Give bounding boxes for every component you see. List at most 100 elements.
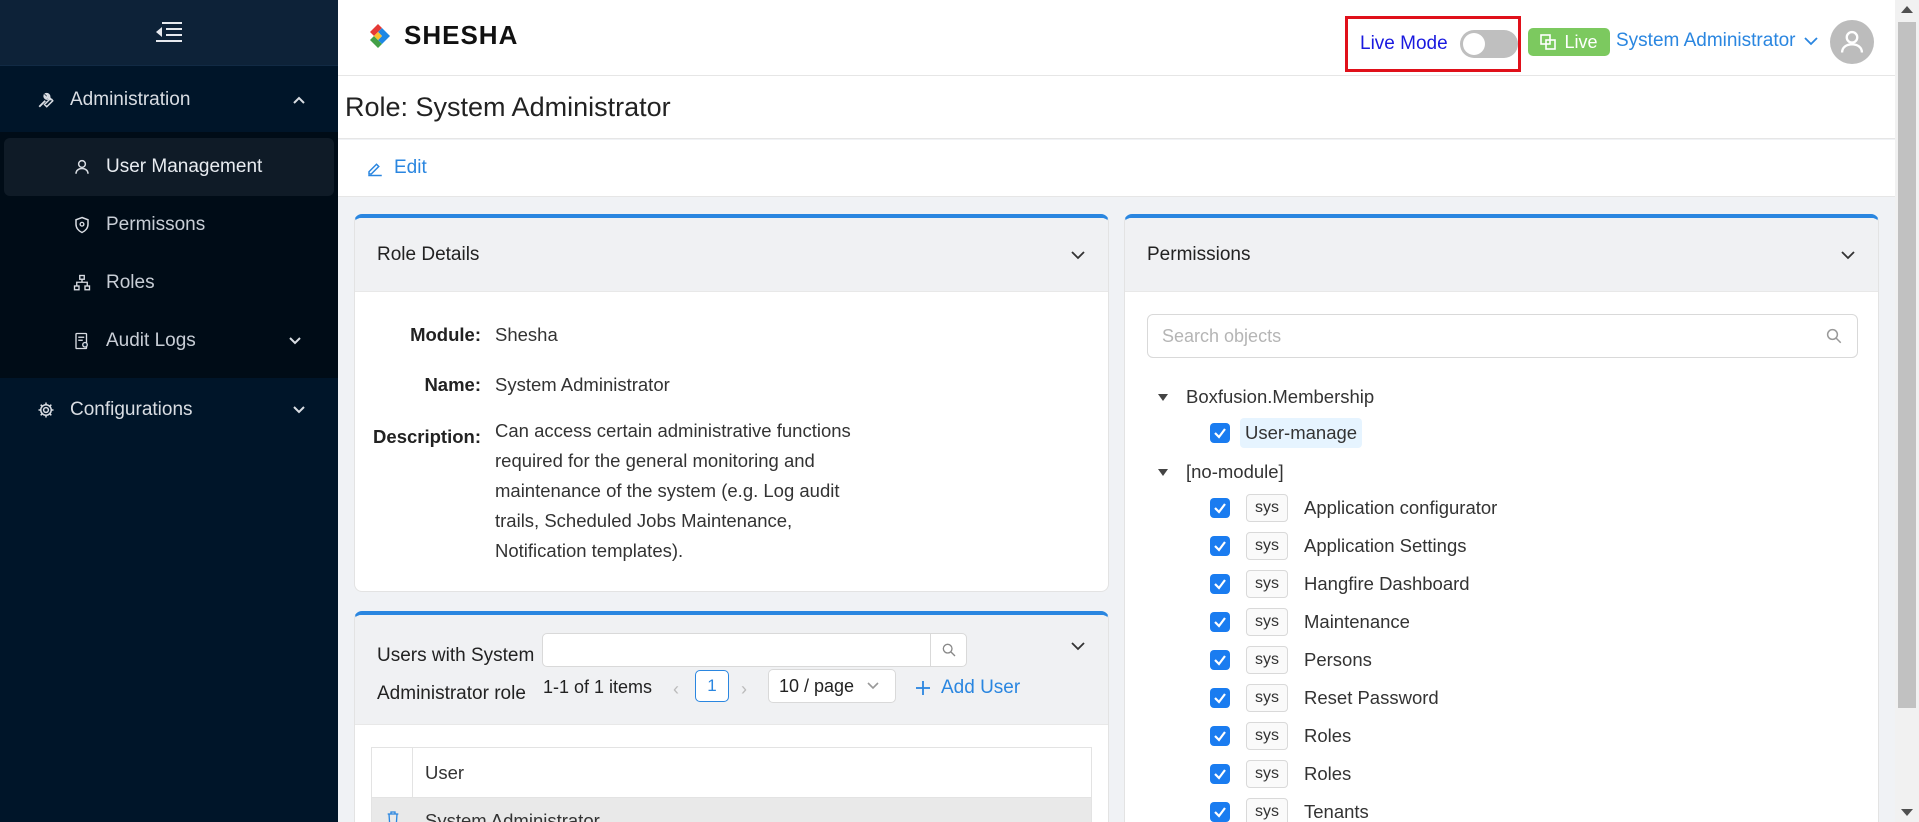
permission-item[interactable]: sys Reset Password — [1210, 684, 1439, 712]
search-icon[interactable] — [1825, 327, 1843, 345]
sys-tag: sys — [1246, 570, 1288, 598]
permission-name[interactable]: Hangfire Dashboard — [1304, 573, 1470, 595]
checkbox-checked[interactable] — [1210, 764, 1230, 784]
menu-group-configurations[interactable]: Configurations — [0, 378, 338, 442]
permission-item[interactable]: sys Roles — [1210, 722, 1351, 750]
shesha-logo[interactable]: SHESHA — [368, 20, 518, 51]
module-field: Module: Shesha — [410, 324, 558, 345]
checkbox-checked[interactable] — [1210, 802, 1230, 822]
delete-icon[interactable] — [385, 810, 401, 822]
page-toolbar: Edit — [338, 140, 1895, 197]
permission-item[interactable]: User-manage — [1210, 418, 1363, 448]
permission-name[interactable]: Roles — [1304, 725, 1351, 747]
search-button[interactable] — [930, 634, 966, 666]
description-line: maintenance of the system (e.g. Log audi… — [495, 480, 840, 501]
column-header-user[interactable]: User — [413, 748, 464, 797]
menu-group-administration[interactable]: Administration — [0, 68, 338, 132]
toggle-knob — [1462, 33, 1485, 55]
checkbox-checked[interactable] — [1210, 498, 1230, 518]
page-scrollbar[interactable] — [1895, 0, 1919, 822]
role-details-header[interactable]: Role Details — [355, 218, 1108, 292]
collapse-menu-icon[interactable] — [156, 21, 182, 44]
permissions-header[interactable]: Permissions — [1125, 218, 1878, 292]
checkbox-checked[interactable] — [1210, 423, 1230, 443]
panel-title: Permissions — [1147, 243, 1251, 265]
table-row[interactable]: System Administrator — [372, 798, 1091, 822]
permission-name[interactable]: Tenants — [1304, 801, 1369, 822]
field-label: Description — [373, 426, 475, 447]
user-name: System Administrator — [1616, 30, 1796, 51]
collapse-chevron-icon[interactable] — [1070, 250, 1086, 260]
description-line: Notification templates). — [495, 540, 684, 561]
permission-name[interactable]: Maintenance — [1304, 611, 1410, 633]
checkbox-checked[interactable] — [1210, 536, 1230, 556]
page-size-select[interactable]: 10 / page — [768, 669, 896, 703]
wrench-icon — [36, 90, 56, 110]
table-header: User — [372, 748, 1091, 798]
collapse-chevron-icon[interactable] — [1070, 641, 1086, 651]
live-mode-toggle[interactable] — [1459, 30, 1518, 58]
page-number-button[interactable]: 1 — [695, 670, 729, 702]
search-icon — [942, 643, 955, 657]
live-mode-label: Live Mode — [1360, 33, 1448, 54]
search-objects-input[interactable] — [1162, 325, 1825, 347]
brand-name: SHESHA — [404, 20, 519, 50]
next-page-icon[interactable]: › — [741, 679, 747, 700]
permission-item[interactable]: sys Application Settings — [1210, 532, 1467, 560]
panel-title: Role Details — [377, 243, 480, 265]
sys-tag: sys — [1246, 722, 1288, 750]
caret-down-icon[interactable] — [1158, 468, 1168, 476]
user-icon — [72, 157, 92, 177]
permission-name[interactable]: Reset Password — [1304, 687, 1439, 709]
user-avatar-icon — [1840, 30, 1864, 53]
checkbox-checked[interactable] — [1210, 574, 1230, 594]
caret-down-icon[interactable] — [1158, 393, 1168, 401]
sidebar-item-roles[interactable]: Roles — [4, 254, 334, 312]
permission-name[interactable]: Application Settings — [1304, 535, 1467, 557]
tree-group-boxfusion-membership[interactable]: Boxfusion.Membership — [1158, 386, 1374, 408]
permission-item[interactable]: sys Tenants — [1210, 798, 1369, 822]
audit-log-icon — [72, 331, 92, 351]
sidebar-item-audit-logs[interactable]: Audit Logs — [4, 312, 334, 370]
scroll-down-arrow[interactable] — [1901, 809, 1913, 816]
permission-item[interactable]: sys Maintenance — [1210, 608, 1410, 636]
tree-group-label: Boxfusion.Membership — [1186, 386, 1375, 407]
sidebar-item-label: Audit Logs — [106, 330, 196, 351]
copy-icon — [1540, 34, 1557, 50]
checkbox-checked[interactable] — [1210, 612, 1230, 632]
sidebar-item-user-management[interactable]: User Management — [4, 138, 334, 196]
checkbox-checked[interactable] — [1210, 650, 1230, 670]
user-menu[interactable]: System Administrator — [1616, 30, 1818, 52]
edit-button[interactable]: Edit — [366, 157, 427, 179]
user-cell[interactable]: System Administrator — [413, 798, 600, 822]
scroll-thumb[interactable] — [1898, 22, 1916, 708]
tree-group-no-module[interactable]: [no-module] — [1158, 461, 1284, 483]
edit-icon — [368, 163, 382, 177]
checkbox-checked[interactable] — [1210, 726, 1230, 746]
add-user-button[interactable]: Add User — [915, 677, 1020, 699]
permission-item[interactable]: sys Application configurator — [1210, 494, 1497, 522]
collapse-chevron-icon[interactable] — [1840, 250, 1856, 260]
permission-item[interactable]: sys Roles — [1210, 760, 1351, 788]
avatar[interactable] — [1830, 20, 1874, 64]
role-details-panel: Role Details Module: Shesha Name: System… — [354, 214, 1109, 592]
page-title: Role: System Administrator — [345, 91, 671, 122]
permission-name[interactable]: Application configurator — [1304, 497, 1497, 519]
permission-item[interactable]: sys Persons — [1210, 646, 1372, 674]
shesha-logo-mark — [370, 23, 390, 48]
prev-page-icon[interactable]: ‹ — [673, 679, 679, 700]
permission-name[interactable]: User-manage — [1240, 418, 1363, 448]
sidebar-item-permissions[interactable]: Permissons — [4, 196, 334, 254]
permission-name[interactable]: Persons — [1304, 649, 1372, 671]
edit-label: Edit — [394, 157, 427, 178]
users-search-input[interactable] — [542, 633, 967, 667]
sidebar-item-label: Permissons — [106, 214, 206, 235]
live-badge-button[interactable]: Live — [1528, 28, 1610, 56]
scroll-up-arrow[interactable] — [1901, 6, 1913, 13]
permission-name[interactable]: Roles — [1304, 763, 1351, 785]
checkbox-checked[interactable] — [1210, 688, 1230, 708]
permission-item[interactable]: sys Hangfire Dashboard — [1210, 570, 1470, 598]
sys-tag: sys — [1246, 684, 1288, 712]
field-label: Module — [410, 324, 475, 345]
sidebar: Administration User Management Permisson… — [0, 0, 338, 822]
